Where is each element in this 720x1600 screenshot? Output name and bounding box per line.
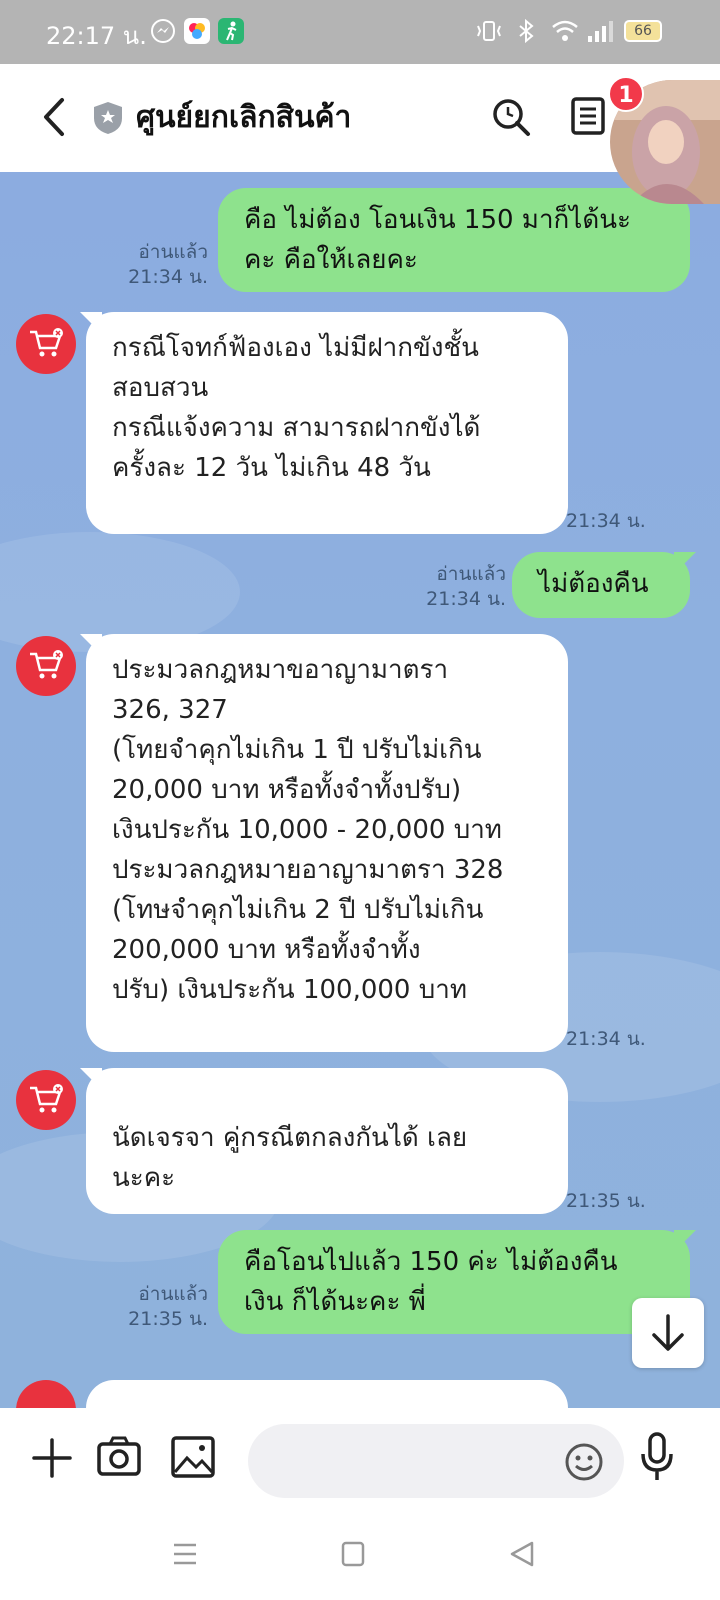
message-input-bar [0, 1408, 720, 1510]
app-icon [184, 18, 210, 44]
message-text: ประมวลกฎหมายอาญามาตรา 328 [112, 855, 504, 885]
message-time: 21:35 น. [128, 1308, 208, 1330]
message-text: กรณีโจทก์ฟ้องเอง ไม่มีฝากขังชั้น [112, 333, 479, 363]
chat-title: ศูนย์ยกเลิกสินค้า [136, 100, 352, 135]
shield-icon [94, 102, 122, 134]
message-text: เงิน ก็ได้นะคะ พี่ [244, 1287, 426, 1317]
message-text: คะ คือให้เลยคะ [244, 245, 418, 275]
outgoing-message[interactable]: ไม่ต้องคืน [512, 552, 690, 618]
message-time: 21:35 น. [566, 1190, 646, 1212]
incoming-message[interactable]: นัดเจรจา คู่กรณีตกลงกันได้ เลย นะคะ [86, 1068, 568, 1214]
message-text: (โทยจำคุกไม่เกิน 1 ปี ปรับไม่เกิน [112, 735, 482, 765]
message-text: ครั้งละ 12 วัน ไม่เกิน 48 วัน [112, 453, 431, 483]
search-icon[interactable] [490, 96, 532, 138]
message-meta: อ่านแล้ว 21:34 น. [410, 562, 506, 612]
message-time: 21:34 น. [566, 510, 646, 532]
incoming-message[interactable]: ประมวลกฎหมาขอาญามาตรา 326, 327 (โทยจำคุก… [86, 634, 568, 1052]
message-text: 200,000 บาท หรือทั้งจำทั้ง [112, 935, 421, 965]
message-text: ไม่ต้องคืน [538, 569, 649, 599]
signal-icon [588, 21, 613, 42]
message-time: 21:34 น. [426, 588, 506, 610]
back-arrow-icon[interactable] [36, 94, 76, 140]
message-text: กรณีแจ้งความ สามารถฝากขังได้ [112, 413, 481, 443]
sender-avatar[interactable] [16, 636, 76, 696]
microphone-icon[interactable] [640, 1432, 674, 1482]
message-meta: อ่านแล้ว 21:35 น. [120, 1282, 208, 1332]
read-receipt: อ่านแล้ว [436, 563, 506, 585]
fitness-icon [218, 18, 244, 44]
outgoing-message[interactable]: คือโอนไปแล้ว 150 ค่ะ ไม่ต้องคืน เงิน ก็ไ… [218, 1230, 690, 1334]
incoming-message[interactable]: กรณีโจทก์ฟ้องเอง ไม่มีฝากขังชั้น สอบสวน … [86, 312, 568, 534]
menu-list-icon[interactable] [570, 96, 606, 136]
message-text: เงินประกัน 10,000 - 20,000 บาท [112, 815, 502, 845]
notification-badge: 1 [608, 76, 644, 112]
camera-icon[interactable] [96, 1434, 142, 1480]
sender-avatar[interactable] [16, 314, 76, 374]
message-text: ปรับ) เงินประกัน 100,000 บาท [112, 975, 467, 1005]
incoming-message-partial[interactable] [86, 1380, 568, 1408]
wifi-icon [552, 20, 578, 41]
vibrate-icon [477, 21, 501, 41]
message-meta: อ่านแล้ว 21:34 น. [120, 240, 208, 290]
message-text: (โทษจำคุกไม่เกิน 2 ปี ปรับไม่เกิน [112, 895, 484, 925]
home-icon[interactable] [340, 1540, 366, 1568]
message-time: 21:34 น. [566, 1028, 646, 1050]
message-text: นะคะ [112, 1163, 176, 1193]
message-text: นัดเจรจา คู่กรณีตกลงกันได้ เลย [112, 1123, 468, 1153]
arrow-down-icon [652, 1314, 684, 1351]
chat-area[interactable]: อ่านแล้ว 21:34 น. คือ ไม่ต้อง โอนเงิน 15… [0, 172, 720, 1408]
shopping-cart-icon [30, 1084, 63, 1113]
image-icon[interactable] [170, 1434, 216, 1480]
read-receipt: อ่านแล้ว [138, 1283, 208, 1305]
message-text: 20,000 บาท หรือทั้งจำทั้งปรับ) [112, 775, 462, 805]
shopping-cart-icon [30, 328, 63, 357]
back-icon[interactable] [508, 1540, 536, 1568]
message-text: สอบสวน [112, 373, 209, 403]
message-text: คือโอนไปแล้ว 150 ค่ะ ไม่ต้องคืน [244, 1247, 618, 1277]
sender-avatar[interactable] [16, 1070, 76, 1130]
outgoing-message[interactable]: คือ ไม่ต้อง โอนเงิน 150 มาก็ได้นะ คะ คือ… [218, 188, 690, 292]
plus-icon[interactable] [30, 1434, 74, 1482]
status-bar: 22:17 น. 66 [0, 0, 720, 64]
message-text: ประมวลกฎหมาขอาญามาตรา [112, 655, 449, 685]
emoji-icon[interactable] [564, 1442, 604, 1482]
messenger-icon [150, 18, 176, 44]
message-text: คือ ไม่ต้อง โอนเงิน 150 มาก็ได้นะ [244, 205, 631, 235]
read-receipt: อ่านแล้ว [138, 241, 208, 263]
recent-apps-icon[interactable] [172, 1540, 198, 1568]
sender-avatar[interactable] [16, 1380, 76, 1408]
status-time: 22:17 น. [46, 22, 147, 50]
battery-indicator: 66 [624, 20, 662, 42]
message-text: 326, 327 [112, 695, 228, 725]
scroll-to-bottom-button[interactable] [632, 1298, 704, 1368]
bluetooth-icon [519, 18, 534, 44]
message-time: 21:34 น. [128, 266, 208, 288]
shopping-cart-icon [30, 650, 63, 679]
system-nav-bar [0, 1510, 720, 1600]
